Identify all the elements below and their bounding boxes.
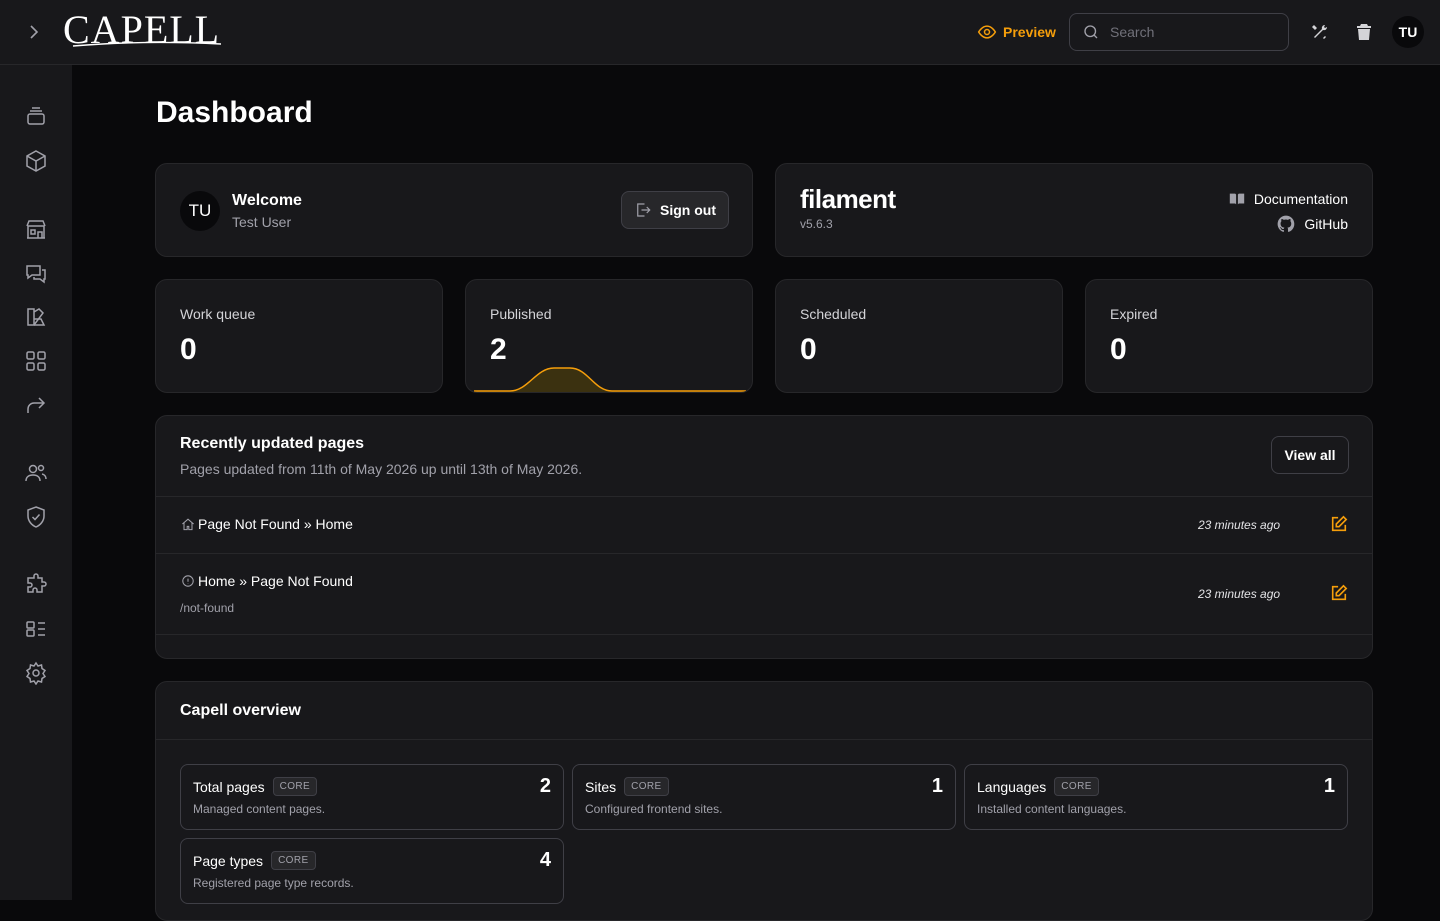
divider xyxy=(156,739,1372,740)
sign-out-button[interactable]: Sign out xyxy=(621,191,729,229)
overview-item-sites: Sites CORE Configured frontend sites. 1 xyxy=(572,764,956,830)
chevron-right-icon[interactable] xyxy=(24,22,44,42)
stat-card-scheduled: Scheduled 0 xyxy=(775,279,1063,393)
stat-label: Scheduled xyxy=(800,306,867,322)
grid-icon[interactable] xyxy=(24,349,48,373)
stat-card-published: Published 2 xyxy=(465,279,753,393)
book-icon xyxy=(1229,193,1245,205)
stat-value: 0 xyxy=(800,333,817,366)
sign-out-label: Sign out xyxy=(660,202,716,218)
tools-icon[interactable] xyxy=(1310,22,1330,42)
view-all-button[interactable]: View all xyxy=(1271,436,1349,474)
page-name: Page Not Found » Home xyxy=(198,516,353,532)
info-icon xyxy=(182,575,194,587)
updated-time: 23 minutes ago xyxy=(1198,587,1281,601)
github-icon xyxy=(1278,215,1295,232)
sidebar xyxy=(0,65,72,900)
preview-button[interactable]: Preview xyxy=(977,22,1056,42)
documentation-label: Documentation xyxy=(1253,191,1348,207)
item-name: Languages xyxy=(977,778,1047,795)
item-name: Page types xyxy=(193,852,264,869)
stat-label: Work queue xyxy=(180,306,256,322)
page-title: Dashboard xyxy=(156,96,313,129)
item-count: 1 xyxy=(1323,775,1335,797)
chat-icon[interactable] xyxy=(24,261,48,285)
section-subtitle: Pages updated from 11th of May 2026 up u… xyxy=(180,461,583,477)
section-title: Recently updated pages xyxy=(180,435,365,452)
stat-card-work-queue: Work queue 0 xyxy=(155,279,443,393)
section-title: Capell overview xyxy=(180,702,301,719)
github-link[interactable]: GitHub xyxy=(1276,214,1348,234)
edit-icon[interactable] xyxy=(1330,515,1348,533)
item-description: Managed content pages. xyxy=(193,802,326,816)
table-row[interactable]: Home » Page Not Found /not-found 23 minu… xyxy=(156,554,1372,634)
stat-value: 0 xyxy=(1110,333,1127,366)
core-badge: CORE xyxy=(1054,777,1099,796)
item-name: Total pages xyxy=(193,778,265,795)
eye-icon xyxy=(977,25,997,39)
overview-item-languages: Languages CORE Installed content language… xyxy=(964,764,1348,830)
published-sparkline xyxy=(474,367,746,392)
layout-icon[interactable] xyxy=(24,617,48,641)
overview-item-page-types: Page types CORE Registered page type reco… xyxy=(180,838,564,904)
welcome-user: Test User xyxy=(232,214,292,230)
core-badge: CORE xyxy=(271,851,316,870)
item-count: 1 xyxy=(931,775,943,797)
preview-label: Preview xyxy=(1003,24,1056,40)
updated-time: 23 minutes ago xyxy=(1198,518,1281,532)
page-link[interactable]: Page Not Found » Home xyxy=(180,516,353,532)
stat-label: Published xyxy=(490,306,552,322)
filament-version: v5.6.3 xyxy=(800,217,833,231)
recently-updated-pages-card: Recently updated pages Pages updated fro… xyxy=(155,415,1373,659)
overview-item-total-pages: Total pages CORE Managed content pages. 2 xyxy=(180,764,564,830)
layers-icon[interactable] xyxy=(24,105,48,129)
core-badge: CORE xyxy=(272,777,318,796)
github-label: GitHub xyxy=(1304,216,1348,232)
welcome-card: TU Welcome Test User Sign out xyxy=(155,163,753,257)
stat-value: 0 xyxy=(180,333,197,366)
filament-info-card: filament v5.6.3 Documentation GitHub xyxy=(775,163,1373,257)
page-link[interactable]: Home » Page Not Found xyxy=(180,573,353,589)
item-description: Configured frontend sites. xyxy=(585,802,723,816)
capell-overview-card: Capell overview Total pages CORE Managed … xyxy=(155,681,1373,921)
item-name: Sites xyxy=(585,778,617,795)
trash-icon[interactable] xyxy=(1354,22,1374,42)
users-icon[interactable] xyxy=(24,461,48,485)
page-name: Home » Page Not Found xyxy=(198,573,353,589)
puzzle-icon[interactable] xyxy=(24,573,48,597)
home-icon xyxy=(182,518,194,531)
core-badge: CORE xyxy=(624,777,669,796)
divider xyxy=(156,634,1372,635)
top-bar: CAPELL Preview TU xyxy=(0,0,1440,65)
building-icon[interactable] xyxy=(24,217,48,241)
redirect-icon[interactable] xyxy=(24,393,48,417)
user-avatar[interactable]: TU xyxy=(1392,16,1424,48)
edit-icon[interactable] xyxy=(1330,584,1348,602)
filament-logo: filament xyxy=(800,184,896,214)
table-row[interactable]: Page Not Found » Home 23 minutes ago xyxy=(156,497,1372,553)
logo-swoosh xyxy=(72,41,222,47)
welcome-title: Welcome xyxy=(232,192,302,209)
logout-icon xyxy=(637,203,651,217)
item-count: 2 xyxy=(539,775,551,797)
item-description: Registered page type records. xyxy=(193,876,354,890)
gear-icon[interactable] xyxy=(24,661,48,685)
theme-icon[interactable] xyxy=(24,305,48,329)
search-icon xyxy=(1084,25,1098,39)
stat-card-expired: Expired 0 xyxy=(1085,279,1373,393)
cube-icon[interactable] xyxy=(24,149,48,173)
item-description: Installed content languages. xyxy=(977,802,1127,816)
avatar: TU xyxy=(180,191,220,231)
shield-check-icon[interactable] xyxy=(24,505,48,529)
item-count: 4 xyxy=(539,849,551,871)
stat-label: Expired xyxy=(1110,306,1158,322)
documentation-link[interactable]: Documentation xyxy=(1228,190,1348,208)
page-path: /not-found xyxy=(180,601,235,615)
search-input[interactable] xyxy=(1110,24,1270,40)
search-box[interactable] xyxy=(1069,13,1289,51)
